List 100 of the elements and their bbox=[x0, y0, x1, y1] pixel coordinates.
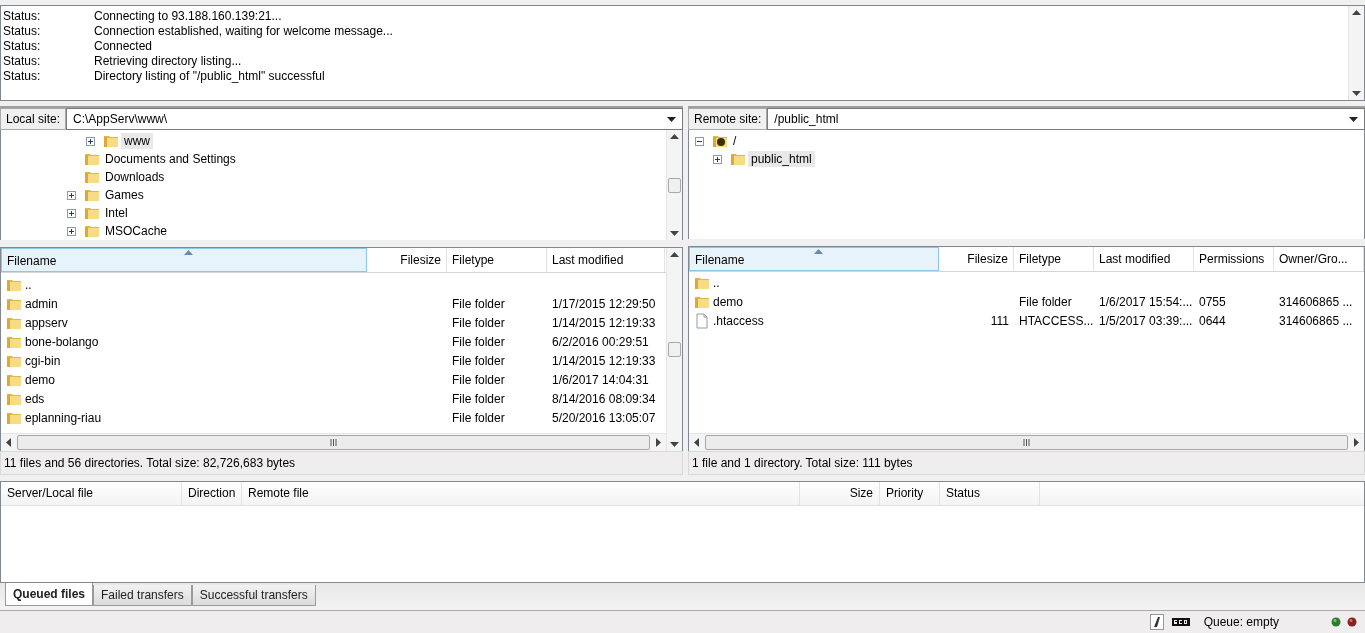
table-cell: 1/17/2015 12:29:50 bbox=[552, 296, 656, 311]
tree-item[interactable]: www bbox=[121, 133, 153, 149]
column-header[interactable]: Filetype bbox=[447, 248, 547, 272]
log-message: Connecting to 93.188.160.139:21... bbox=[94, 9, 282, 24]
folder-icon bbox=[84, 169, 100, 185]
table-cell: 1/5/2017 03:39:... bbox=[1099, 314, 1193, 329]
table-cell: File folder bbox=[1019, 295, 1072, 310]
file-name[interactable]: .. bbox=[713, 276, 720, 291]
column-header[interactable]: Last modified bbox=[547, 248, 665, 272]
log-message: Connection established, waiting for welcome message... bbox=[94, 24, 393, 39]
table-cell: File folder bbox=[452, 372, 505, 387]
folder-icon bbox=[730, 151, 746, 167]
dropdown-arrow-icon bbox=[1349, 116, 1358, 122]
log-message: Directory listing of "/public_html" successful bbox=[94, 69, 325, 84]
tree-item[interactable]: public_html bbox=[748, 151, 815, 167]
table-cell: 0644 bbox=[1199, 314, 1226, 329]
vertical-scrollbar[interactable] bbox=[1348, 6, 1364, 100]
table-cell: 1/14/2015 12:19:33 bbox=[552, 315, 656, 330]
tree-item[interactable]: / bbox=[730, 133, 740, 149]
expand-icon[interactable] bbox=[67, 226, 76, 236]
tab[interactable]: Successful transfers bbox=[191, 585, 316, 606]
sort-arrow-icon bbox=[184, 250, 193, 255]
table-cell: 5/20/2016 13:05:07 bbox=[552, 410, 656, 425]
file-name[interactable]: appserv bbox=[25, 315, 68, 330]
log-message: Connected bbox=[94, 39, 153, 54]
table-cell: 8/14/2016 08:09:34 bbox=[552, 391, 656, 406]
horizontal-scrollbar[interactable] bbox=[689, 433, 1364, 451]
expand-icon[interactable] bbox=[67, 208, 76, 218]
scroll-thumb[interactable] bbox=[705, 435, 1348, 450]
folder-icon bbox=[84, 151, 100, 167]
scroll-down-icon bbox=[670, 231, 679, 236]
scroll-thumb[interactable] bbox=[668, 342, 681, 357]
table-cell: File folder bbox=[452, 296, 505, 311]
file-name[interactable]: admin bbox=[25, 296, 58, 311]
collapse-icon[interactable] bbox=[695, 136, 704, 146]
sort-arrow-icon bbox=[814, 248, 823, 254]
column-header[interactable]: Size bbox=[800, 482, 880, 505]
table-cell: File folder bbox=[452, 353, 505, 368]
file-name[interactable]: demo bbox=[713, 295, 744, 310]
queue-status: Queue: empty bbox=[1203, 615, 1279, 629]
scroll-down-icon bbox=[1352, 91, 1361, 96]
table-cell: File folder bbox=[452, 410, 505, 425]
log-label: Status: bbox=[2, 9, 42, 24]
scroll-right-icon bbox=[1354, 438, 1359, 447]
table-cell: 1/6/2017 14:04:31 bbox=[552, 372, 649, 387]
file-name[interactable]: eds bbox=[25, 391, 45, 406]
column-header[interactable]: Filename bbox=[1, 248, 367, 272]
expand-icon[interactable] bbox=[67, 190, 76, 200]
dropdown-arrow-icon bbox=[667, 116, 676, 122]
file-name[interactable]: .. bbox=[25, 277, 32, 292]
column-header[interactable]: Server/Local file bbox=[1, 482, 182, 505]
text-mode-icon bbox=[1149, 614, 1164, 630]
column-header[interactable]: Filesize bbox=[939, 246, 1014, 271]
expand-icon[interactable] bbox=[86, 136, 95, 146]
expand-icon[interactable] bbox=[713, 154, 722, 164]
tree-item[interactable]: MSOCache bbox=[102, 223, 171, 239]
tree-item[interactable]: Intel bbox=[102, 205, 131, 221]
log-label: Status: bbox=[2, 54, 42, 69]
tree-item[interactable]: Games bbox=[102, 187, 147, 203]
table-cell: 6/2/2016 00:29:51 bbox=[552, 334, 649, 349]
tree-item[interactable]: Downloads bbox=[102, 169, 168, 185]
vertical-scrollbar[interactable] bbox=[666, 248, 682, 451]
column-header[interactable]: Status bbox=[940, 482, 1040, 505]
folder-badge-icon bbox=[712, 133, 728, 149]
file-name[interactable]: bone-bolango bbox=[25, 334, 99, 349]
tab[interactable]: Queued files bbox=[5, 583, 94, 606]
file-name[interactable]: demo bbox=[25, 372, 56, 387]
tree-item[interactable]: Documents and Settings bbox=[102, 151, 239, 167]
column-header[interactable]: Filesize bbox=[367, 248, 447, 272]
scroll-up-icon bbox=[1352, 10, 1361, 15]
horizontal-scrollbar[interactable] bbox=[1, 433, 666, 451]
scroll-thumb[interactable] bbox=[668, 177, 681, 193]
table-cell: 1/14/2015 12:19:33 bbox=[552, 353, 656, 368]
scroll-thumb[interactable] bbox=[17, 435, 650, 450]
column-header[interactable]: Filetype bbox=[1014, 246, 1094, 271]
file-icon bbox=[694, 313, 710, 330]
column-header[interactable]: Remote file bbox=[242, 482, 800, 505]
scroll-up-icon bbox=[670, 134, 679, 139]
column-header[interactable]: Owner/Gro... bbox=[1274, 246, 1364, 271]
folder-icon bbox=[694, 294, 710, 311]
file-name[interactable]: .htaccess bbox=[713, 314, 764, 329]
status-light-icon bbox=[1347, 617, 1357, 627]
column-header[interactable]: Priority bbox=[880, 482, 940, 505]
column-header[interactable]: Permissions bbox=[1194, 246, 1274, 271]
column-header[interactable]: Last modified bbox=[1094, 246, 1194, 271]
column-header[interactable]: Direction bbox=[182, 482, 242, 505]
grip-icon bbox=[330, 439, 337, 446]
tab[interactable]: Failed transfers bbox=[93, 585, 192, 606]
status-summary: 11 files and 56 directories. Total size: 82,726,683 bytes bbox=[0, 451, 683, 475]
vertical-scrollbar[interactable] bbox=[666, 130, 682, 240]
path-combo-box[interactable]: /public_html bbox=[767, 108, 1365, 130]
scroll-left-icon bbox=[6, 438, 11, 447]
file-name[interactable]: cgi-bin bbox=[25, 353, 61, 368]
file-name[interactable]: eplanning-riau bbox=[25, 410, 102, 425]
column-header[interactable]: Filename bbox=[689, 246, 939, 271]
path-combo-box[interactable]: C:\AppServ\www\ bbox=[66, 108, 683, 130]
table-cell: File folder bbox=[452, 334, 505, 349]
log-message: Retrieving directory listing... bbox=[94, 54, 242, 69]
folder-icon bbox=[694, 275, 710, 292]
scroll-down-icon bbox=[670, 442, 679, 447]
